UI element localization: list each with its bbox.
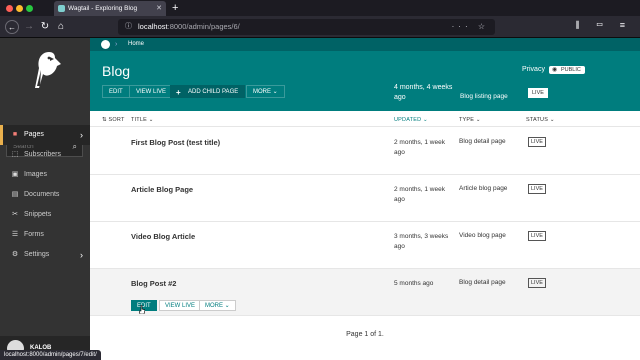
more-label: MORE bbox=[253, 89, 271, 95]
sidebar-item-snippets[interactable]: ✂ Snippets bbox=[0, 205, 90, 225]
toolbar-menu-icons[interactable]: ⫼ ▭ ≡ bbox=[575, 20, 632, 31]
sidebar-item-label: Subscribers bbox=[24, 151, 61, 158]
page-info-icon[interactable]: ⓘ bbox=[125, 19, 132, 35]
row-updated: 2 months, 1 week ago bbox=[394, 139, 445, 156]
sidebar-item-label: Pages bbox=[24, 131, 44, 138]
view-live-button[interactable]: VIEW LIVE bbox=[129, 85, 174, 98]
row-updated: 3 months, 3 weeks ago bbox=[394, 233, 449, 250]
table-row[interactable]: Blog Post #2 5 months ago Blog detail pa… bbox=[90, 269, 640, 316]
sidebar-item-label: Forms bbox=[24, 231, 44, 238]
main-content: › Home Blog Privacy ◉ PUBLIC EDIT VIEW L… bbox=[90, 38, 640, 360]
dashed-square-icon: ⬚ bbox=[11, 151, 19, 158]
page-header: › Home Blog Privacy ◉ PUBLIC EDIT VIEW L… bbox=[90, 38, 640, 111]
page-title-link[interactable]: Article Blog Page bbox=[131, 185, 193, 194]
sidebar-item-pages[interactable]: ■ Pages › bbox=[0, 125, 90, 145]
url-actions-icon[interactable]: ··· ☆ bbox=[452, 19, 489, 35]
address-bar[interactable]: ⓘ localhost:8000/admin/pages/6/ ··· ☆ bbox=[118, 19, 495, 35]
header-type: Blog listing page bbox=[460, 93, 508, 100]
status-badge[interactable]: LIVE bbox=[528, 278, 546, 288]
window-minimize-button[interactable] bbox=[16, 5, 23, 12]
sidebar-item-subscribers[interactable]: ⬚ Subscribers bbox=[0, 145, 90, 165]
window-zoom-button[interactable] bbox=[26, 5, 33, 12]
site-root-icon[interactable] bbox=[101, 40, 110, 49]
chevron-right-icon: › bbox=[115, 41, 118, 48]
add-child-page-button[interactable]: + ADD CHILD PAGE bbox=[170, 85, 246, 98]
updated-column-header[interactable]: UPDATED ⌄ bbox=[394, 114, 428, 127]
header-updated: 4 months, 4 weeks ago bbox=[394, 84, 453, 101]
sidebar-item-settings[interactable]: ⚙ Settings › bbox=[0, 245, 90, 265]
sidebar-item-documents[interactable]: ▤ Documents bbox=[0, 185, 90, 205]
new-tab-icon[interactable]: + bbox=[172, 1, 178, 15]
url-host: localhost bbox=[138, 22, 168, 31]
sidebar-item-label: Images bbox=[24, 171, 47, 178]
image-icon: ▣ bbox=[11, 171, 19, 178]
row-updated: 5 months ago bbox=[394, 280, 434, 287]
snippet-icon: ✂ bbox=[12, 211, 18, 218]
table-header: ⇅ SORT TITLE ⌄ UPDATED ⌄ TYPE ⌄ STATUS ⌄ bbox=[90, 114, 640, 127]
sidebar-item-label: Snippets bbox=[24, 211, 52, 218]
edit-button[interactable]: EDIT bbox=[102, 85, 130, 98]
row-type: Video blog page bbox=[459, 232, 506, 239]
row-type: Blog detail page bbox=[459, 138, 506, 145]
window-close-button[interactable] bbox=[6, 5, 13, 12]
page-title: Blog bbox=[102, 63, 131, 79]
eye-icon: ◉ bbox=[552, 67, 558, 73]
sort-column-header[interactable]: ⇅ SORT bbox=[102, 114, 125, 127]
wagtail-sidebar: Search ⌕ ■ Pages › ⬚ Subscribers ▣ Image… bbox=[0, 38, 90, 360]
add-child-label: ADD CHILD PAGE bbox=[188, 89, 239, 95]
close-tab-icon[interactable]: ✕ bbox=[156, 1, 162, 16]
page-title-link[interactable]: Video Blog Article bbox=[131, 232, 195, 241]
status-badge[interactable]: LIVE bbox=[528, 137, 546, 147]
status-badge[interactable]: LIVE bbox=[528, 184, 546, 194]
page-title-link[interactable]: Blog Post #2 bbox=[131, 279, 176, 288]
status-column-header[interactable]: STATUS ⌄ bbox=[526, 114, 555, 127]
page-title-link[interactable]: First Blog Post (test title) bbox=[131, 138, 220, 147]
row-type: Blog detail page bbox=[459, 279, 506, 286]
privacy-label: Privacy bbox=[522, 66, 545, 73]
privacy-button[interactable]: ◉ PUBLIC bbox=[549, 66, 585, 74]
browser-toolbar: ← → ↻ ⌂ ⓘ localhost:8000/admin/pages/6/ … bbox=[0, 16, 640, 38]
type-column-header[interactable]: TYPE ⌄ bbox=[459, 114, 481, 127]
table-row[interactable]: Article Blog Page 2 months, 1 week ago A… bbox=[90, 175, 640, 222]
wagtail-favicon-icon bbox=[58, 5, 65, 12]
row-view-live-button[interactable]: VIEW LIVE bbox=[159, 300, 202, 311]
sidebar-item-images[interactable]: ▣ Images bbox=[0, 165, 90, 185]
table-row[interactable]: First Blog Post (test title) 2 months, 1… bbox=[90, 128, 640, 175]
url-path: :8000/admin/pages/6/ bbox=[167, 22, 240, 31]
row-type: Article blog page bbox=[459, 185, 508, 192]
browser-tab[interactable]: Wagtail - Exploring Blog ✕ bbox=[54, 1, 166, 16]
hand-cursor-icon bbox=[139, 305, 145, 314]
sidebar-item-forms[interactable]: ☰ Forms bbox=[0, 225, 90, 245]
browser-tab-bar: Wagtail - Exploring Blog ✕ + bbox=[0, 0, 640, 16]
tab-title: Wagtail - Exploring Blog bbox=[68, 5, 138, 12]
form-icon: ☰ bbox=[11, 231, 19, 238]
sidebar-item-label: Documents bbox=[24, 191, 60, 198]
reload-icon[interactable]: ↻ bbox=[38, 20, 52, 34]
plus-icon: + bbox=[176, 88, 181, 97]
chevron-right-icon: › bbox=[80, 130, 83, 140]
gear-icon: ⚙ bbox=[11, 251, 19, 258]
row-more-button[interactable]: MORE ⌄ bbox=[199, 300, 236, 311]
document-icon: ▤ bbox=[11, 191, 19, 198]
privacy-badge-label: PUBLIC bbox=[561, 67, 581, 73]
chevron-right-icon: › bbox=[80, 250, 83, 260]
status-badge: LIVE bbox=[528, 88, 548, 98]
status-badge[interactable]: LIVE bbox=[528, 231, 546, 241]
browser-status-url: localhost:8000/admin/pages/7/edit/ bbox=[0, 350, 101, 360]
title-column-header[interactable]: TITLE ⌄ bbox=[131, 114, 154, 127]
back-arrow-icon[interactable]: ← bbox=[5, 20, 19, 34]
row-updated: 2 months, 1 week ago bbox=[394, 186, 445, 203]
breadcrumb: › Home bbox=[90, 38, 640, 51]
home-icon[interactable]: ⌂ bbox=[54, 20, 68, 34]
more-button[interactable]: MORE ⌄ bbox=[246, 85, 285, 98]
folder-icon: ■ bbox=[12, 131, 18, 138]
pagination: Page 1 of 1. bbox=[346, 331, 384, 338]
sidebar-item-label: Settings bbox=[24, 251, 50, 258]
breadcrumb-home[interactable]: Home bbox=[128, 38, 144, 51]
forward-arrow-icon[interactable]: → bbox=[22, 20, 36, 34]
wagtail-logo-icon[interactable] bbox=[27, 48, 63, 92]
chevron-down-icon: ⌄ bbox=[272, 89, 278, 95]
table-row[interactable]: Video Blog Article 3 months, 3 weeks ago… bbox=[90, 222, 640, 269]
